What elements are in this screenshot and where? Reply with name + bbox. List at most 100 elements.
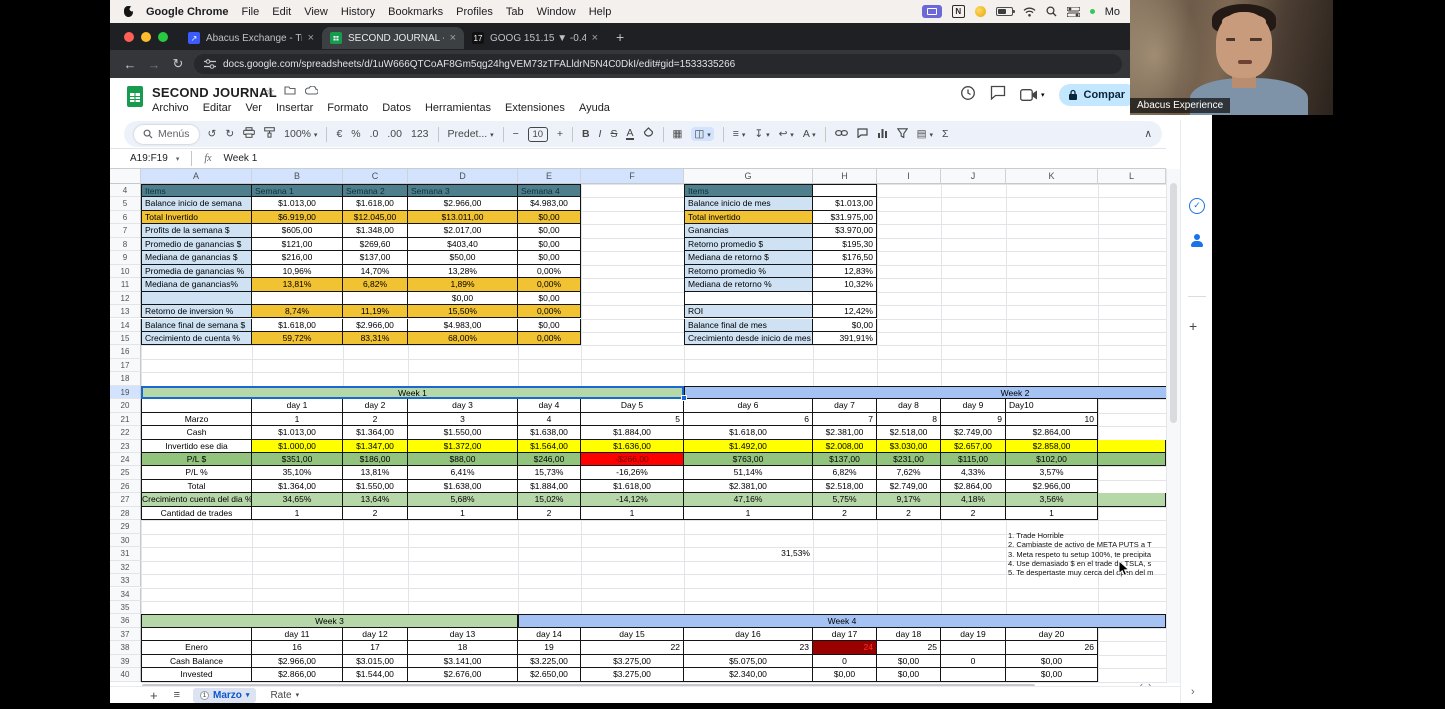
cell-C22[interactable]: $1.364,00 <box>343 426 408 439</box>
add-sheet-button[interactable]: + <box>150 688 158 703</box>
cell-C25[interactable]: 13,81% <box>343 466 408 479</box>
reload-icon[interactable]: ↻ <box>166 56 190 72</box>
cell-J38[interactable] <box>941 641 1006 654</box>
cell-H23[interactable]: $2.008,00 <box>813 440 877 453</box>
percent-format-icon[interactable]: % <box>351 128 360 140</box>
cell-C28[interactable]: 2 <box>343 507 408 520</box>
cell-J39[interactable]: 0 <box>941 655 1006 668</box>
cell-F21[interactable]: 5 <box>581 413 684 426</box>
cell-A9[interactable]: Mediana de ganancias $ <box>141 251 252 264</box>
zoom-select[interactable]: 100% ▾ <box>284 128 317 140</box>
menu-datos[interactable]: Datos <box>382 102 411 114</box>
status-dot-icon[interactable] <box>975 6 986 17</box>
row-header-17[interactable]: 17 <box>110 359 141 372</box>
cell-I40[interactable]: $0,00 <box>877 668 941 681</box>
borders-icon[interactable]: ▦ <box>673 128 683 140</box>
cloud-status-icon[interactable] <box>305 86 318 98</box>
cell-C11[interactable]: 6,82% <box>343 278 408 291</box>
cell-F23[interactable]: $1.636,00 <box>581 440 684 453</box>
chevron-down-icon[interactable]: ▾ <box>1041 91 1045 99</box>
name-box[interactable]: A19:F19 <box>130 153 168 164</box>
cell-E25[interactable]: 15,73% <box>518 466 581 479</box>
tab-abacus-exchange[interactable]: ↗ Abacus Exchange - Trade Ap × <box>180 27 322 49</box>
cell-K25[interactable]: 3,57% <box>1006 466 1098 479</box>
cell-E27[interactable]: 15,02% <box>518 493 581 506</box>
cell-F22[interactable]: $1.884,00 <box>581 426 684 439</box>
text-color-icon[interactable]: A <box>626 128 633 140</box>
cell-I39[interactable]: $0,00 <box>877 655 941 668</box>
cell-B20[interactable]: day 1 <box>252 399 343 412</box>
cell-J20[interactable]: day 9 <box>941 399 1006 412</box>
paint-format-icon[interactable] <box>264 127 275 141</box>
font-size-input[interactable]: 10 <box>528 127 548 142</box>
cell-B6[interactable]: $6.919,00 <box>252 211 343 224</box>
cell-A12[interactable] <box>141 292 252 305</box>
cell-C21[interactable]: 2 <box>343 413 408 426</box>
cell-F40[interactable]: $3.275,00 <box>581 668 684 681</box>
cell-C9[interactable]: $137,00 <box>343 251 408 264</box>
cell-E8[interactable]: $0,00 <box>518 238 581 251</box>
cell-J25[interactable]: 4,33% <box>941 466 1006 479</box>
cell-H14[interactable]: $0,00 <box>813 319 877 332</box>
selection-fill-handle[interactable] <box>681 395 687 401</box>
currency-format-icon[interactable]: € <box>336 128 342 140</box>
cell-A21[interactable]: Marzo <box>141 413 252 426</box>
cell-C14[interactable]: $2.966,00 <box>343 319 408 332</box>
banner-week2[interactable]: Week 2 <box>684 386 1166 399</box>
cell-K24[interactable]: $102,00 <box>1006 453 1098 466</box>
cell-L24[interactable] <box>1098 453 1166 466</box>
all-sheets-button[interactable]: ≡ <box>174 689 179 701</box>
cell-B11[interactable]: 13,81% <box>252 278 343 291</box>
cell-C20[interactable]: day 2 <box>343 399 408 412</box>
cell-H4[interactable] <box>813 184 877 197</box>
cell-B40[interactable]: $2.866,00 <box>252 668 343 681</box>
wifi-icon[interactable] <box>1023 7 1036 17</box>
cell-F20[interactable]: Day 5 <box>581 399 684 412</box>
cell-C23[interactable]: $1.347,00 <box>343 440 408 453</box>
cell-K26[interactable]: $2.966,00 <box>1006 480 1098 493</box>
row-header-11[interactable]: 11 <box>110 278 141 291</box>
forward-icon[interactable]: → <box>142 57 166 72</box>
row-header-13[interactable]: 13 <box>110 305 141 318</box>
user-switcher-icon[interactable] <box>1067 7 1080 17</box>
row-header-29[interactable]: 29 <box>110 520 141 533</box>
insert-link-icon[interactable] <box>835 128 848 140</box>
cell-A11[interactable]: Mediana de ganancias% <box>141 278 252 291</box>
cell-I28[interactable]: 2 <box>877 507 941 520</box>
cell-E26[interactable]: $1.884,00 <box>518 480 581 493</box>
cell-E14[interactable]: $0,00 <box>518 319 581 332</box>
menu-editar[interactable]: Editar <box>203 102 232 114</box>
cell-D7[interactable]: $2.017,00 <box>408 224 518 237</box>
cell-J27[interactable]: 4,18% <box>941 493 1006 506</box>
cell-E38[interactable]: 19 <box>518 641 581 654</box>
cell-J22[interactable]: $2.749,00 <box>941 426 1006 439</box>
menubar-item-help[interactable]: Help <box>589 6 612 18</box>
cell-F24[interactable]: -$266,00 <box>581 453 684 466</box>
vscroll-thumb[interactable] <box>1170 183 1177 423</box>
cell-B10[interactable]: 10,96% <box>252 265 343 278</box>
menu-insertar[interactable]: Insertar <box>276 102 313 114</box>
chevron-down-icon[interactable]: ▾ <box>246 691 250 699</box>
merge-cells-icon[interactable]: ◫ ▾ <box>691 127 713 141</box>
cell-L23[interactable] <box>1098 440 1166 453</box>
cell-J40[interactable] <box>941 668 1006 681</box>
cell-A20[interactable] <box>141 399 252 412</box>
address-bar[interactable]: docs.google.com/spreadsheets/d/1uW666QTC… <box>194 54 1122 74</box>
cell-G40[interactable]: $2.340,00 <box>684 668 813 681</box>
cell-A8[interactable]: Promedio de ganancias $ <box>141 238 252 251</box>
cell-J37[interactable]: day 19 <box>941 628 1006 641</box>
fill-color-icon[interactable] <box>643 127 654 141</box>
cell-H24[interactable]: $137,00 <box>813 453 877 466</box>
cell-H26[interactable]: $2.518,00 <box>813 480 877 493</box>
cell-G4[interactable]: Items <box>684 184 813 197</box>
cell-G31[interactable]: 31,53% <box>684 547 810 560</box>
menubar-item-file[interactable]: File <box>242 6 260 18</box>
menu-ver[interactable]: Ver <box>245 102 262 114</box>
cell-D10[interactable]: 13,28% <box>408 265 518 278</box>
move-folder-icon[interactable] <box>284 85 296 98</box>
cell-H21[interactable]: 7 <box>813 413 877 426</box>
cell-D24[interactable]: $88,00 <box>408 453 518 466</box>
strikethrough-icon[interactable]: S <box>610 128 617 140</box>
cell-G14[interactable]: Balance final de mes <box>684 319 813 332</box>
close-tab-icon[interactable]: × <box>592 32 598 44</box>
